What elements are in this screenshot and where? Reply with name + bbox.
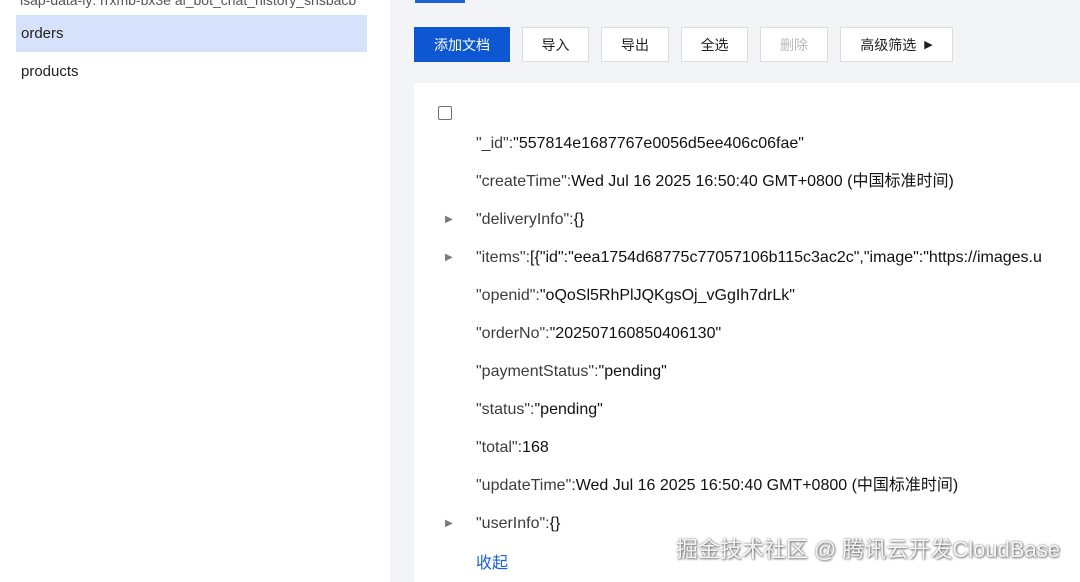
document-field-row: "_id":"557814e1687767e0056d5ee406c06fae" <box>476 134 804 154</box>
export-button[interactable]: 导出 <box>601 27 669 62</box>
select-all-button[interactable]: 全选 <box>681 27 748 62</box>
field-key: "total": <box>476 439 523 456</box>
document-field-row: "orderNo":"202507160850406130" <box>476 324 721 344</box>
document-field-row: "paymentStatus":"pending" <box>476 362 667 382</box>
field-value: [{"id":"eea1754d68775c77057106b115c3ac2c… <box>530 249 1042 266</box>
field-value: Wed Jul 16 2025 16:50:40 GMT+0800 (中国标准时… <box>571 173 954 190</box>
document-field-row: "openid":"oQoSl5RhPlJQKgsOj_vGgIh7drLk" <box>476 286 795 306</box>
sidebar-item-orders[interactable]: orders <box>16 15 367 52</box>
field-key: "items": <box>476 249 531 266</box>
field-value: "pending" <box>534 401 603 418</box>
sidebar-item-products[interactable]: products <box>16 53 367 90</box>
document-checkbox[interactable] <box>438 106 452 120</box>
document-panel: "_id":"557814e1687767e0056d5ee406c06fae"… <box>414 83 1080 582</box>
expand-caret-icon[interactable]: ▶ <box>445 210 453 230</box>
sidebar-item-partial[interactable]: isap-data-ly: rrxmb-bx3e ai_bot_chat_his… <box>20 0 380 8</box>
import-button[interactable]: 导入 <box>522 27 589 62</box>
field-key: "paymentStatus": <box>476 363 599 380</box>
active-tab-indicator <box>415 0 465 3</box>
advanced-filter-label: 高级筛选 <box>860 36 917 53</box>
field-key: "userInfo": <box>476 515 550 532</box>
field-key: "updateTime": <box>476 477 576 494</box>
collapse-link[interactable]: 收起 <box>476 549 508 573</box>
watermark: 掘金技术社区 @ 腾讯云开发CloudBase <box>675 537 1060 562</box>
expand-caret-icon[interactable]: ▶ <box>445 248 453 268</box>
field-value: "oQoSl5RhPlJQKgsOj_vGgIh7drLk" <box>539 287 795 304</box>
field-key: "_id": <box>476 135 514 152</box>
caret-right-icon: ▶ <box>924 39 933 51</box>
field-value: "557814e1687767e0056d5ee406c06fae" <box>513 135 804 152</box>
collection-sidebar: isap-data-ly: rrxmb-bx3e ai_bot_chat_his… <box>0 0 390 582</box>
document-field-row: "updateTime":Wed Jul 16 2025 16:50:40 GM… <box>476 476 958 496</box>
field-key: "orderNo": <box>476 325 550 342</box>
add-document-button[interactable]: 添加文档 <box>414 27 510 62</box>
document-field-row[interactable]: "deliveryInfo":{} <box>476 210 584 230</box>
field-key: "status": <box>476 401 535 418</box>
field-key: "deliveryInfo": <box>476 211 574 228</box>
expand-caret-icon[interactable]: ▶ <box>445 514 453 534</box>
document-field-row[interactable]: "userInfo":{} <box>476 514 560 534</box>
field-key: "openid": <box>476 287 540 304</box>
document-field-row: "status":"pending" <box>476 400 603 420</box>
field-value: 168 <box>522 439 549 456</box>
document-field-row: "createTime":Wed Jul 16 2025 16:50:40 GM… <box>476 172 954 192</box>
field-key: "createTime": <box>476 173 572 190</box>
field-value: {} <box>549 515 561 532</box>
main-content: 添加文档 导入 导出 全选 删除 高级筛选 ▶ "_id":"557814e16… <box>390 0 1080 582</box>
document-field-row[interactable]: "items":[{"id":"eea1754d68775c77057106b1… <box>476 248 1042 268</box>
document-field-row: "total":168 <box>476 438 549 458</box>
field-value: {} <box>573 211 585 228</box>
field-value: "pending" <box>598 363 667 380</box>
field-value: "202507160850406130" <box>549 325 722 342</box>
advanced-filter-button[interactable]: 高级筛选 ▶ <box>840 27 953 62</box>
delete-button[interactable]: 删除 <box>760 27 828 62</box>
field-value: Wed Jul 16 2025 16:50:40 GMT+0800 (中国标准时… <box>575 477 959 494</box>
